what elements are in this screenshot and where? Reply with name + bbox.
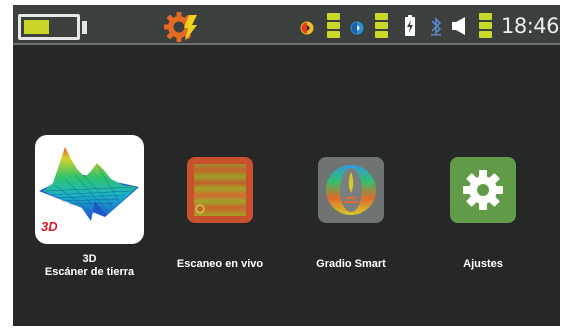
signal-indicator-icon xyxy=(300,21,314,35)
signal-indicator-icon xyxy=(350,21,364,35)
battery-level-fill xyxy=(24,20,49,34)
terrain-3d-icon[interactable]: 3D xyxy=(35,135,144,244)
gradio-emblem xyxy=(326,165,376,215)
app-label-3d: 3D Escáner de tierra xyxy=(35,253,144,279)
battery-icon xyxy=(18,14,80,40)
gear-shape xyxy=(463,170,503,210)
gradio-smart-icon[interactable] xyxy=(318,157,384,223)
app-label-line-1: 3D xyxy=(82,253,97,265)
bluetooth-icon xyxy=(431,17,442,36)
app-label-line-2: Escáner de tierra xyxy=(44,266,135,278)
3d-badge: 3D xyxy=(41,219,58,234)
gear-icon[interactable] xyxy=(450,157,516,223)
home-screen: 18:46 3D 3D Escáner de tierra Escaneo en… xyxy=(13,5,560,326)
clock: 18:46 xyxy=(501,14,560,38)
live-scan-icon[interactable] xyxy=(187,157,253,223)
app-label-settings: Ajustes xyxy=(463,258,503,270)
device-logo-icon xyxy=(164,12,197,42)
battery-tip xyxy=(82,21,87,34)
charging-icon xyxy=(405,15,415,36)
app-label-live-scan: Escaneo en vivo xyxy=(176,258,264,270)
volume-level-bars xyxy=(479,13,492,40)
signal-strength-bars xyxy=(327,13,340,40)
scan-marker-icon xyxy=(195,204,205,214)
signal-strength-bars xyxy=(375,13,388,40)
volume-icon xyxy=(452,17,465,35)
app-label-gradio-smart: Gradio Smart xyxy=(316,258,386,270)
status-bar: 18:46 xyxy=(13,5,560,45)
